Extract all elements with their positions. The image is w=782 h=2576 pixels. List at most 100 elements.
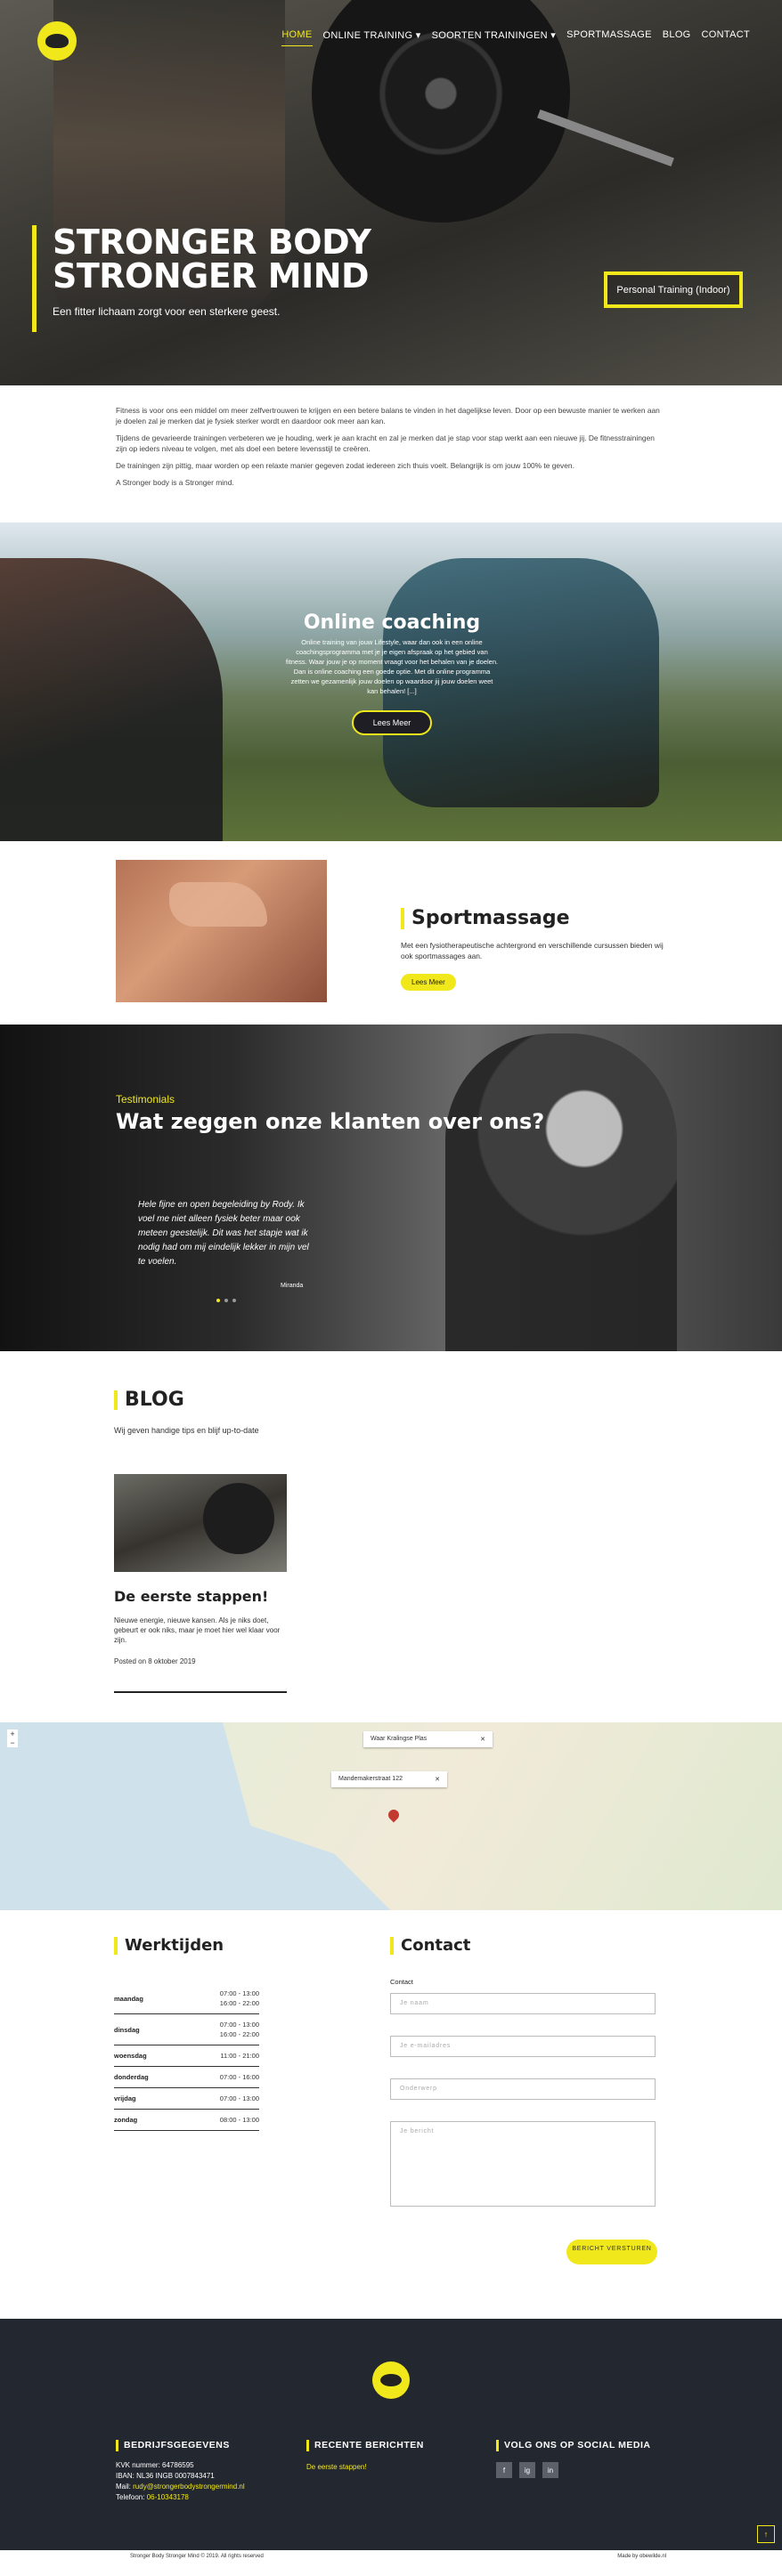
hours-day: dinsdag — [114, 2013, 183, 2045]
menu-blog[interactable]: BLOG — [663, 29, 691, 46]
intro-paragraph: Fitness is voor ons een middel om meer z… — [116, 406, 660, 425]
footer-recent-post-link[interactable]: De eerste stappen! — [306, 2462, 485, 2473]
hero-title-line2: STRONGER MIND — [53, 256, 370, 296]
hours-time: 11:00 - 21:00 — [182, 2045, 259, 2067]
iban: IBAN: NL36 INGB 0007843471 — [116, 2472, 215, 2480]
opening-hours: Werktijden maandag 07:00 - 13:00 16:00 - 2… — [114, 1937, 259, 2131]
send-message-button[interactable]: BERICHT VERSTUREN — [566, 2240, 657, 2264]
footer-recent-posts: RECENTE BERICHTEN De eerste stappen! — [306, 2440, 485, 2473]
intro-section: Fitness is voor ons een middel om meer z… — [0, 385, 782, 522]
hours-title: Werktijden — [114, 1937, 259, 1955]
map-popup-address-value: Mandemakerstraat 122 — [338, 1776, 403, 1782]
hero: HOME ONLINE TRAINING ▾ SOORTEN TRAININGE… — [0, 0, 782, 385]
blog-section: BLOG Wij geven handige tips en blijf up-… — [0, 1351, 782, 1722]
footer: BEDRIJFSGEGEVENS KVK nummer: 64786595 IB… — [0, 2319, 782, 2550]
blog-intro: Wij geven handige tips en blijf up-to-da… — [114, 1426, 259, 1435]
copyright-text: Stronger Body Stronger Mind © 2019. All … — [130, 2554, 264, 2559]
sportmassage-section: Sportmassage Met een fysiotherapeutische… — [0, 841, 782, 1025]
logo-mark-icon — [380, 2374, 402, 2386]
scroll-to-top-icon[interactable]: ↑ — [757, 2525, 775, 2543]
slider-dot[interactable] — [224, 1299, 228, 1302]
mail-link[interactable]: rudy@strongerbodystrongermind.nl — [133, 2483, 245, 2491]
table-row: woensdag 11:00 - 21:00 — [114, 2045, 259, 2067]
copyright-bar: Stronger Body Stronger Mind © 2019. All … — [0, 2550, 782, 2565]
name-field[interactable]: Je naam — [390, 1993, 656, 2014]
online-read-more-button[interactable]: Lees Meer — [351, 710, 433, 735]
blog-post-thumbnail[interactable] — [114, 1474, 287, 1572]
online-coaching-section: Online coaching Online training van jouw… — [0, 522, 782, 841]
hours-day: maandag — [114, 1983, 183, 2014]
intro-paragraph: A Stronger body is a Stronger mind. — [116, 478, 234, 487]
menu-home[interactable]: HOME — [281, 29, 313, 46]
menu-soorten-trainingen[interactable]: SOORTEN TRAININGEN ▾ — [432, 29, 556, 46]
slider-dot[interactable] — [232, 1299, 236, 1302]
testimonials-label: Testimonials — [116, 1093, 175, 1106]
hours-time: 07:00 - 13:00 16:00 - 22:00 — [182, 2013, 259, 2045]
blog-post-excerpt: Nieuwe energie, nieuwe kansen. Als je ni… — [114, 1616, 281, 1644]
close-icon[interactable]: ✕ — [435, 1776, 440, 1783]
table-row: donderdag 07:00 - 16:00 — [114, 2066, 259, 2088]
massage-title: Sportmassage — [401, 908, 668, 929]
phone-link[interactable]: 06-10343178 — [147, 2493, 189, 2501]
hours-time: 07:00 - 16:00 — [182, 2066, 259, 2088]
hours-day: vrijdag — [114, 2087, 183, 2110]
map-popup-value: Kralingse Plas — [387, 1736, 428, 1742]
map-popup-location[interactable]: Waar Kralingse Plas ✕ — [363, 1731, 493, 1747]
online-coaching-title: Online coaching — [303, 612, 481, 634]
personal-training-button[interactable]: Personal Training (Indoor) — [604, 271, 743, 308]
online-coaching-text: Online training van jouw Lifestyle, waar… — [285, 638, 499, 695]
massage-image — [116, 860, 327, 1002]
menu-soorten-label: SOORTEN TRAININGEN — [431, 30, 548, 41]
footer-recent-title: RECENTE BERICHTEN — [306, 2440, 485, 2451]
hours-day: woensdag — [114, 2045, 183, 2067]
facebook-icon[interactable]: f — [496, 2462, 512, 2478]
trainer-image — [0, 558, 223, 841]
made-by-text[interactable]: Made by obewilde.nl — [617, 2554, 666, 2565]
top-nav: HOME ONLINE TRAINING ▾ SOORTEN TRAININGE… — [0, 0, 782, 71]
zoom-in-icon[interactable]: + — [7, 1729, 18, 1738]
massage-read-more-button[interactable]: Lees Meer — [401, 974, 456, 991]
testimonial-author: Miranda — [281, 1283, 304, 1289]
map-land — [223, 1722, 782, 1910]
footer-company-details: KVK nummer: 64786595 IBAN: NL36 INGB 000… — [116, 2460, 294, 2503]
table-row: dinsdag 07:00 - 13:00 16:00 - 22:00 — [114, 2013, 259, 2045]
slider-dot[interactable] — [216, 1299, 220, 1302]
chevron-down-icon: ▾ — [415, 30, 421, 41]
testimonial-quote: Hele fijne en open begeleiding by Rody. … — [138, 1200, 309, 1267]
table-row: zondag 08:00 - 13:00 — [114, 2109, 259, 2131]
map[interactable]: + − Waar Kralingse Plas ✕ Mandemakerstraa… — [0, 1722, 782, 1910]
testimonials-section: Testimonials Wat zeggen onze klanten ove… — [0, 1025, 782, 1351]
footer-logo[interactable] — [372, 2361, 410, 2399]
hero-title: STRONGER BODY STRONGER MIND — [53, 225, 406, 293]
close-icon[interactable]: ✕ — [480, 1736, 485, 1743]
hours-day: donderdag — [114, 2066, 183, 2088]
menu-contact[interactable]: CONTACT — [702, 29, 750, 46]
menu-sportmassage[interactable]: SPORTMASSAGE — [566, 29, 652, 46]
menu-online-training[interactable]: ONLINE TRAINING ▾ — [323, 29, 421, 46]
intro-paragraph: De trainingen zijn pittig, maar worden o… — [116, 461, 574, 470]
linkedin-icon[interactable]: in — [542, 2462, 558, 2478]
map-popup-label: Waar — [371, 1736, 386, 1742]
footer-company-title: BEDRIJFSGEGEVENS — [116, 2440, 294, 2451]
kvk-number: KVK nummer: 64786595 — [116, 2461, 194, 2469]
subject-field[interactable]: Onderwerp — [390, 2078, 656, 2100]
blog-post-title[interactable]: De eerste stappen! — [114, 1588, 268, 1605]
footer-company: BEDRIJFSGEGEVENS KVK nummer: 64786595 IB… — [116, 2440, 294, 2503]
chevron-down-icon: ▾ — [550, 30, 557, 41]
hours-time: 07:00 - 13:00 16:00 - 22:00 — [182, 1983, 259, 2014]
boxer-image — [445, 1033, 677, 1351]
map-zoom-controls[interactable]: + − — [7, 1729, 18, 1747]
instagram-icon[interactable]: ig — [519, 2462, 535, 2478]
zoom-out-icon[interactable]: − — [7, 1738, 18, 1747]
main-menu: HOME ONLINE TRAINING ▾ SOORTEN TRAININGE… — [281, 29, 750, 46]
hours-day: zondag — [114, 2109, 183, 2131]
message-field[interactable]: Je bericht — [390, 2121, 656, 2207]
map-popup-address[interactable]: Mandemakerstraat 122 ✕ — [331, 1771, 447, 1787]
contact-title: Contact — [390, 1937, 657, 1955]
hours-contact-section: Werktijden maandag 07:00 - 13:00 16:00 - 2… — [0, 1910, 782, 2319]
email-field[interactable]: Je e-mailadres — [390, 2036, 656, 2057]
table-row: maandag 07:00 - 13:00 16:00 - 22:00 — [114, 1983, 259, 2014]
blog-divider — [114, 1691, 287, 1693]
logo[interactable] — [37, 21, 77, 61]
menu-online-training-label: ONLINE TRAINING — [322, 30, 413, 41]
